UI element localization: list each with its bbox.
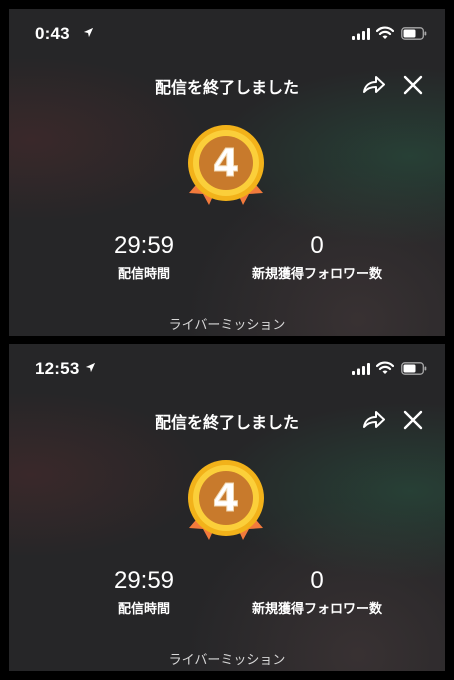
followers-label: 新規獲得フォロワー数 [251, 267, 382, 282]
stat-new-followers: 0 新規獲得フォロワー数 [232, 567, 402, 618]
medal-icon: 4 [188, 125, 264, 205]
location-arrow-icon [83, 27, 94, 38]
stat-duration: 29:59 配信時間 [89, 567, 199, 618]
followers-value: 0 [310, 232, 324, 259]
followers-value: 0 [310, 567, 324, 594]
rank-medal: 4 [181, 121, 271, 211]
location-arrow-icon [85, 362, 96, 373]
duration-value: 29:59 [113, 232, 175, 259]
medal-rank-number: 4 [213, 476, 239, 520]
signal-icon [352, 363, 370, 375]
duration-label: 配信時間 [117, 267, 170, 282]
screenshot-panel-2: 12:53 配信を終了しました 4 29:59 配信時間 0 新規獲得フォロワー… [9, 344, 445, 671]
share-button[interactable] [361, 408, 387, 432]
rank-medal: 4 [181, 456, 271, 546]
signal-icon [352, 28, 370, 40]
status-time: 12:53 [35, 359, 80, 378]
wifi-icon [376, 26, 394, 39]
stat-new-followers: 0 新規獲得フォロワー数 [232, 232, 402, 283]
battery-icon [401, 27, 427, 40]
close-button[interactable] [401, 73, 425, 97]
medal-icon: 4 [188, 460, 264, 540]
status-time: 0:43 [35, 24, 70, 43]
close-icon [403, 75, 423, 95]
close-icon [403, 410, 423, 430]
stat-duration: 29:59 配信時間 [89, 232, 199, 283]
medal-rank-number: 4 [213, 141, 239, 185]
duration-value: 29:59 [113, 567, 175, 594]
liver-mission-link[interactable]: ライバーミッション [9, 314, 445, 333]
battery-icon [401, 362, 427, 375]
share-icon [363, 411, 385, 428]
followers-label: 新規獲得フォロワー数 [251, 602, 382, 617]
duration-label: 配信時間 [117, 602, 170, 617]
share-button[interactable] [361, 73, 387, 97]
share-icon [363, 76, 385, 93]
wifi-icon [376, 361, 394, 374]
liver-mission-link[interactable]: ライバーミッション [9, 649, 445, 668]
screenshot-panel-1: 0:43 配信を終了しました 4 29:59 配信時間 0 新規獲得フォロワー数… [9, 9, 445, 336]
close-button[interactable] [401, 408, 425, 432]
